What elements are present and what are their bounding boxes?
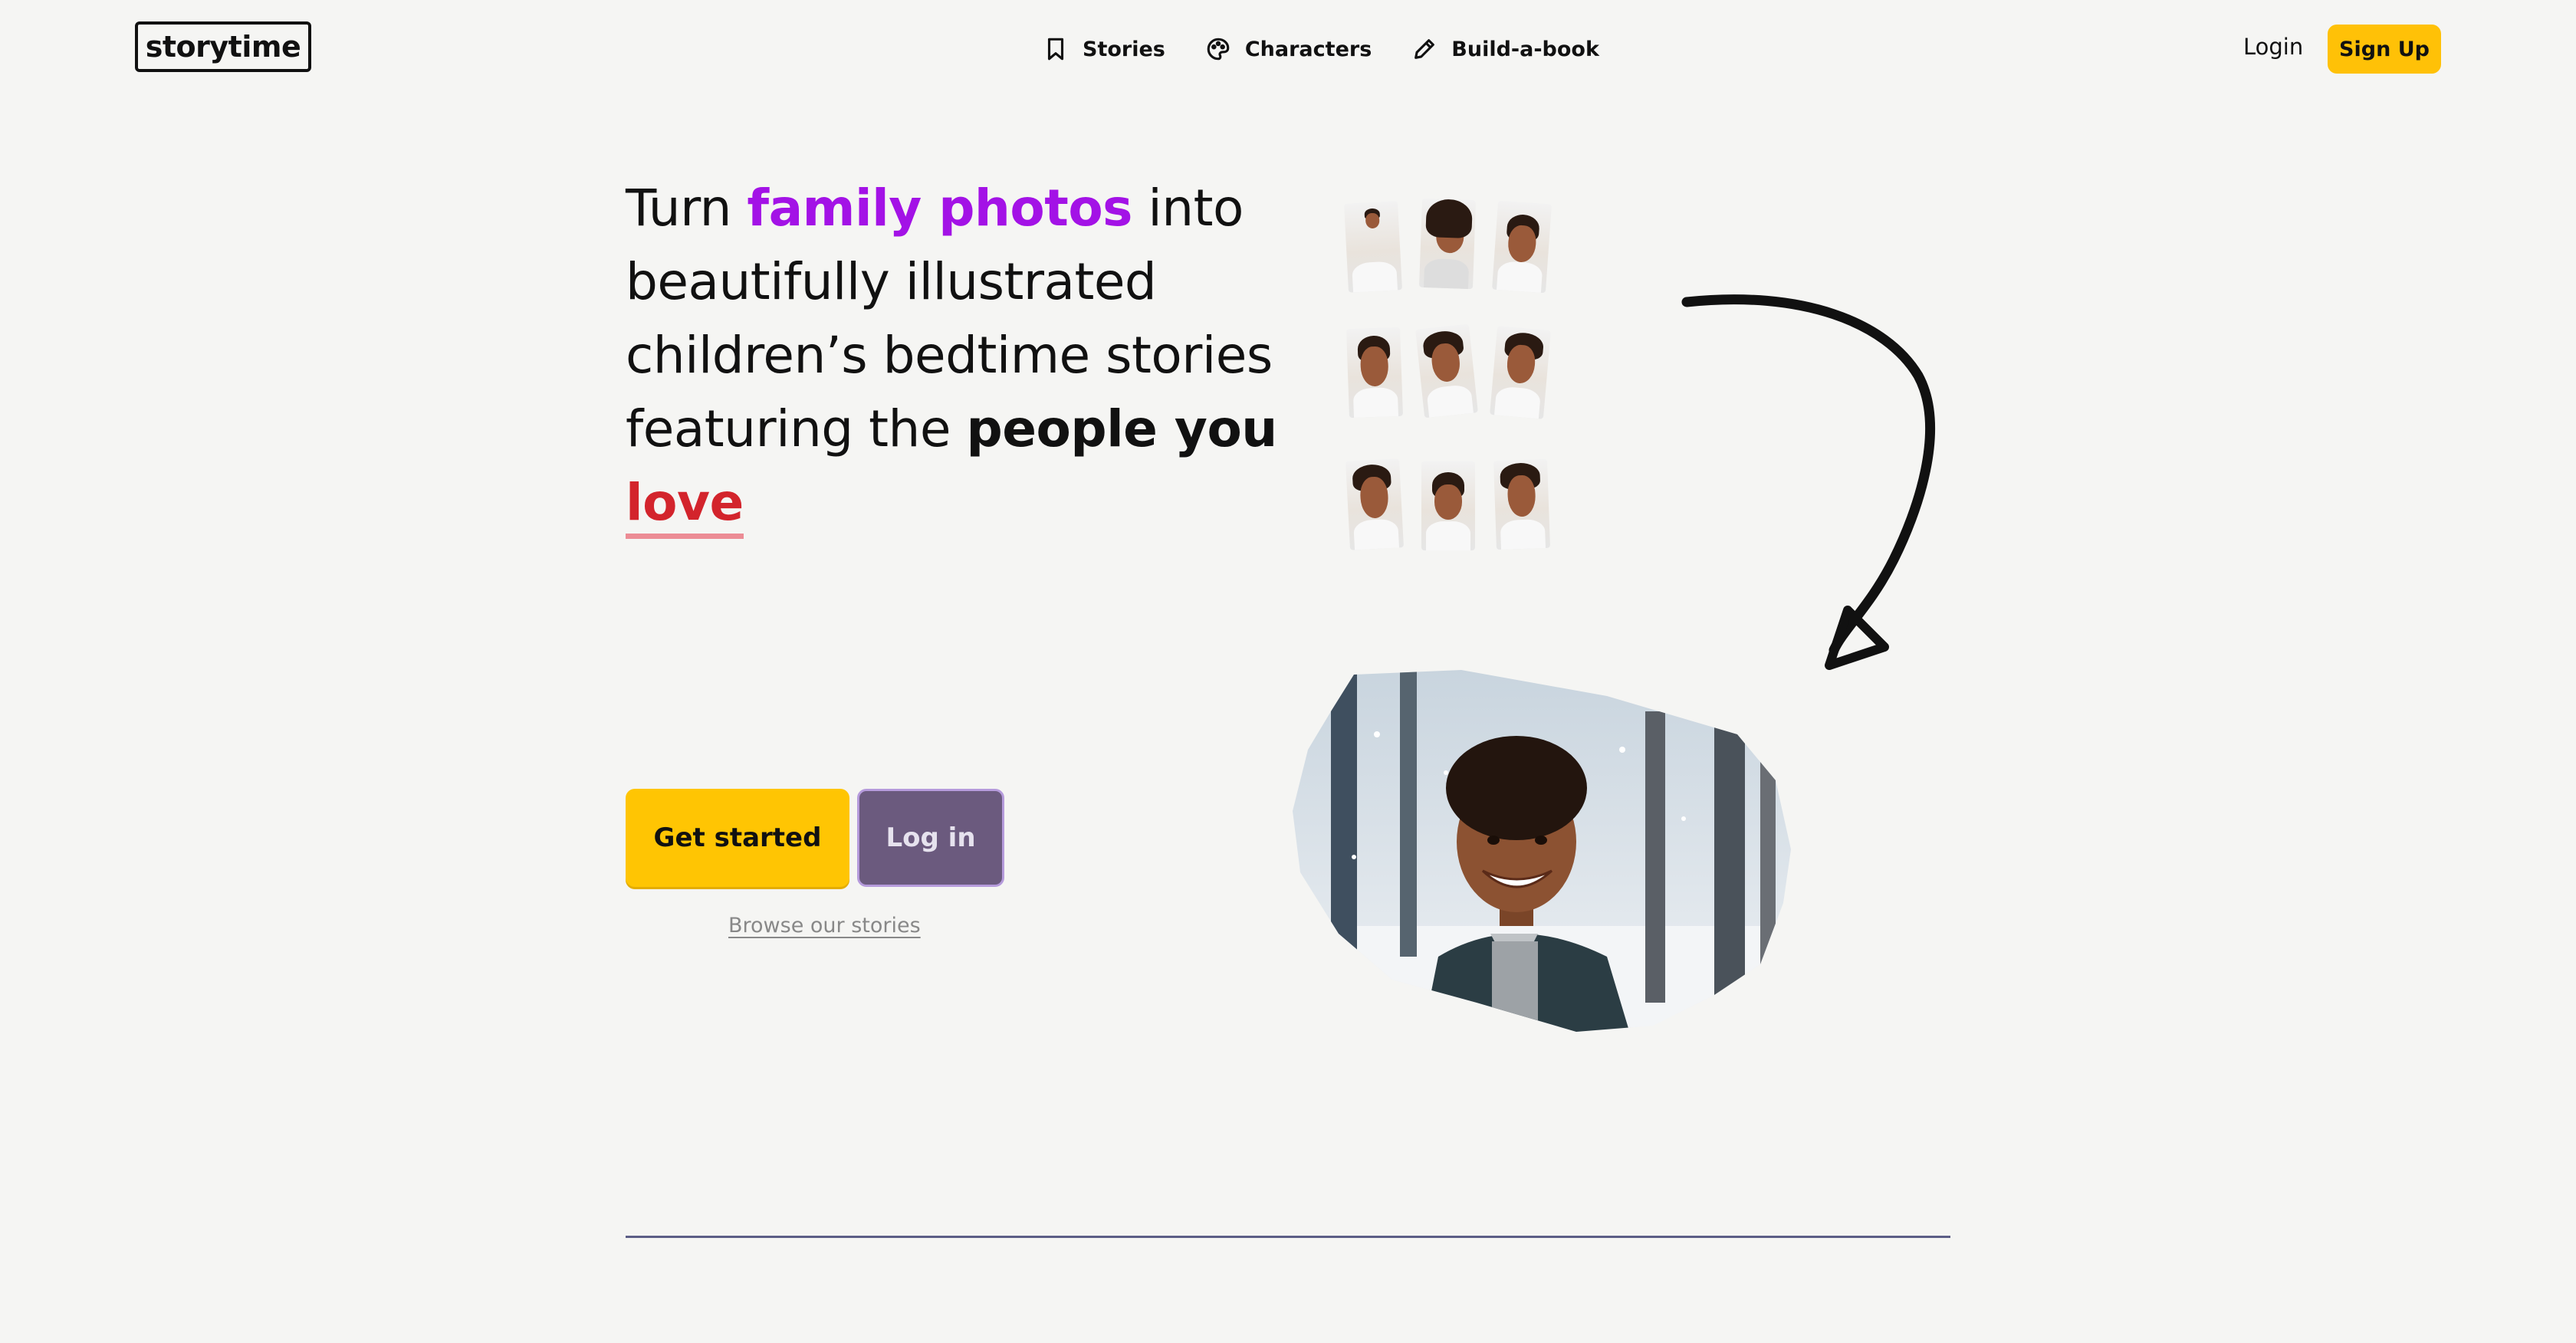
headline-text: Turn: [626, 179, 748, 238]
log-in-button[interactable]: Log in: [857, 789, 1004, 887]
family-photo: [1493, 458, 1551, 550]
main-nav: Stories Characters Build-a-book: [1043, 31, 1599, 67]
section-divider: [626, 1236, 1950, 1238]
signup-button[interactable]: Sign Up: [2328, 25, 2441, 74]
headline-bold: people you: [966, 399, 1277, 458]
nav-item-label: Characters: [1244, 37, 1372, 61]
family-photo: [1421, 461, 1475, 550]
get-started-button[interactable]: Get started: [626, 789, 849, 887]
hero-headline: Turn family photos into beautifully illu…: [626, 172, 1277, 540]
family-photo: [1346, 327, 1404, 419]
logo[interactable]: storytime: [135, 21, 311, 72]
nav-item-label: Build-a-book: [1451, 37, 1599, 61]
login-link[interactable]: Login: [2243, 34, 2303, 60]
bookmark-icon: [1047, 38, 1064, 61]
family-photo-grid: [1342, 198, 1556, 557]
illustrated-child-image: [1293, 670, 1791, 1032]
hand-drawn-arrow-icon: [1681, 294, 1936, 670]
family-photo: [1492, 200, 1552, 294]
nav-item-build-a-book[interactable]: Build-a-book: [1411, 36, 1599, 62]
palette-icon: [1207, 38, 1230, 61]
nav-item-characters[interactable]: Characters: [1205, 36, 1372, 62]
headline-love: love: [626, 473, 744, 539]
family-photo: [1344, 201, 1402, 293]
family-photo: [1490, 326, 1551, 419]
nav-item-label: Stories: [1083, 37, 1165, 61]
pencil-icon: [1414, 39, 1435, 59]
headline-highlight: family photos: [747, 179, 1132, 238]
browse-stories-link[interactable]: Browse our stories: [728, 914, 921, 937]
family-photo: [1415, 323, 1478, 419]
nav-item-stories[interactable]: Stories: [1043, 36, 1165, 62]
family-photo: [1418, 198, 1477, 290]
family-photo: [1346, 458, 1404, 550]
